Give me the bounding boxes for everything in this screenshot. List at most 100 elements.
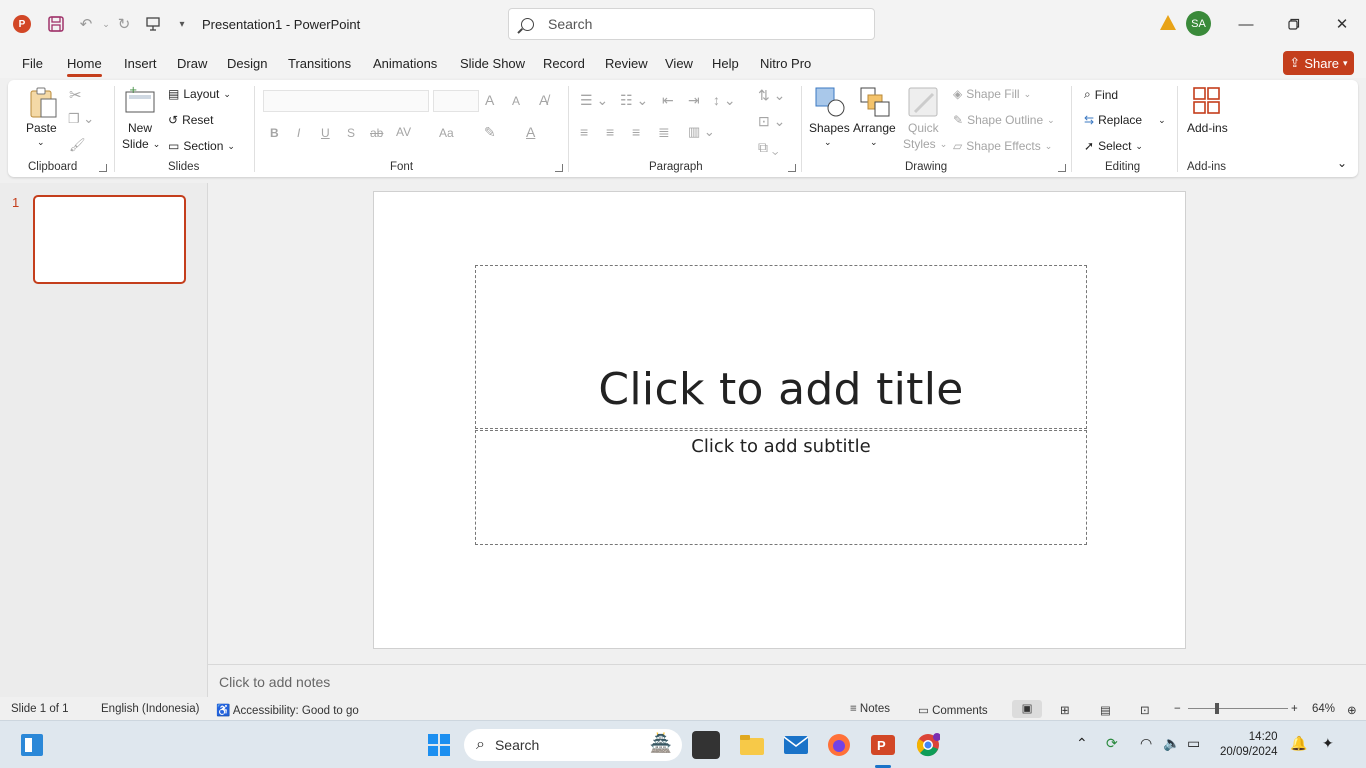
system-clock[interactable]: 14:20 20/09/2024 [1220,730,1278,760]
close-icon[interactable]: ✕ [1332,14,1352,34]
highlight-color-icon[interactable]: ✎ [484,124,496,141]
tab-slide-show[interactable]: Slide Show [460,56,525,71]
task-view-icon[interactable] [692,731,720,759]
shapes-button[interactable]: Shapes [809,121,850,135]
tab-record[interactable]: Record [543,56,585,71]
present-icon[interactable] [143,14,163,34]
arrange-button[interactable]: Arrange [853,121,896,135]
format-painter-icon[interactable]: 🖌 [69,137,86,153]
copilot-icon[interactable]: ✦ [1322,735,1334,752]
smartart-icon[interactable]: ⧉ ⌄ [758,139,779,156]
shadow-button[interactable]: S [347,126,355,140]
powerpoint-taskbar-icon[interactable]: P [869,731,897,759]
show-hidden-icons-icon[interactable]: ⌃ [1076,735,1088,752]
tab-review[interactable]: Review [605,56,648,71]
zoom-slider-thumb[interactable] [1215,703,1219,714]
bullets-icon[interactable]: ☰ ⌄ [580,92,608,109]
widgets-icon[interactable] [18,731,46,759]
subtitle-placeholder[interactable]: Click to add subtitle [475,430,1087,545]
align-center-icon[interactable]: ≡ [606,124,614,140]
copy-icon[interactable]: ❐ ⌄ [68,111,94,127]
italic-button[interactable]: I [297,126,300,140]
mail-icon[interactable] [782,731,810,759]
tab-nitro-pro[interactable]: Nitro Pro [760,56,811,71]
paste-dropdown-icon[interactable]: ⌄ [37,137,45,148]
align-right-icon[interactable]: ≡ [632,124,640,140]
add-ins-button[interactable]: Add-ins [1187,121,1228,135]
font-name-dropdown[interactable] [263,90,429,112]
shrink-font-button[interactable]: A [512,94,520,108]
tab-view[interactable]: View [665,56,693,71]
character-spacing-button[interactable]: AV [396,125,411,139]
clipboard-launcher-icon[interactable] [99,164,107,172]
file-explorer-icon[interactable] [738,731,766,759]
share-button[interactable]: ⇪ Share ▾ [1283,51,1354,75]
notes-button[interactable]: ≡ Notes [850,703,890,715]
notes-pane[interactable]: Click to add notes [208,664,1366,698]
tab-help[interactable]: Help [712,56,739,71]
change-case-button[interactable]: Aa [439,126,454,140]
volume-icon[interactable]: 🔈 [1163,735,1180,752]
warning-icon[interactable] [1160,15,1176,30]
customize-quick-access-icon[interactable]: ▾ [172,14,192,34]
slide-thumbnail[interactable] [33,195,186,284]
shape-outline-button[interactable]: ✎ Shape Outline ⌄ [953,113,1055,127]
paste-button[interactable]: Paste [26,121,57,135]
redo-icon[interactable]: ↻ [114,14,134,34]
reset-button[interactable]: ↺ Reset [168,113,213,127]
reading-view-icon[interactable]: ▤ [1100,703,1111,717]
notification-bell-icon[interactable]: 🔔 [1290,735,1307,752]
zoom-level[interactable]: 64% [1312,703,1335,715]
accessibility-status[interactable]: ♿ Accessibility: Good to go [216,703,359,717]
wifi-icon[interactable]: ◠ [1140,735,1152,752]
tab-design[interactable]: Design [227,56,267,71]
fit-to-window-icon[interactable]: ⊕ [1347,703,1357,717]
tab-file[interactable]: File [22,56,43,71]
font-size-dropdown[interactable] [433,90,479,112]
tab-draw[interactable]: Draw [177,56,207,71]
drawing-launcher-icon[interactable] [1058,164,1066,172]
cut-icon[interactable]: ✂ [69,86,82,104]
tab-insert[interactable]: Insert [124,56,157,71]
decrease-indent-icon[interactable]: ⇤ [662,92,674,109]
grow-font-button[interactable]: A [485,92,494,108]
avatar[interactable]: SA [1186,11,1211,36]
collapse-ribbon-icon[interactable]: ⌄ [1337,156,1347,170]
undo-icon[interactable]: ↶ [76,14,96,34]
minimize-icon[interactable]: — [1236,14,1256,34]
section-button[interactable]: ▭ Section ⌄ [168,139,235,153]
new-slide-button[interactable]: Slide ⌄ [122,137,160,151]
shape-fill-button[interactable]: ◈ Shape Fill ⌄ [953,87,1031,101]
numbering-icon[interactable]: ☷ ⌄ [620,92,648,109]
battery-icon[interactable]: ▭ [1187,735,1200,752]
language-indicator[interactable]: English (Indonesia) [101,703,199,715]
title-placeholder[interactable]: Click to add title [475,265,1087,429]
tab-animations[interactable]: Animations [373,56,437,71]
taskbar-search[interactable]: ⌕ Search 🏯 [464,729,682,761]
paragraph-launcher-icon[interactable] [788,164,796,172]
bold-button[interactable]: B [270,126,279,140]
firefox-icon[interactable] [825,731,853,759]
chrome-icon[interactable] [914,731,942,759]
align-left-icon[interactable]: ≡ [580,124,588,140]
strikethrough-button[interactable]: ab [370,126,383,140]
quick-styles-icon[interactable] [907,86,939,118]
slide-sorter-icon[interactable]: ⊞ [1060,703,1070,717]
title-search-box[interactable]: Search [508,8,875,40]
underline-button[interactable]: U [321,126,330,140]
columns-icon[interactable]: ▥ ⌄ [688,124,715,140]
normal-view-icon[interactable]: ▣ [1012,700,1042,718]
shapes-icon[interactable] [814,86,846,118]
comments-button[interactable]: ▭ Comments [918,703,988,717]
chevron-down-icon[interactable]: ⌄ [824,137,832,148]
select-button[interactable]: ➚ Select ⌄ [1084,139,1143,153]
find-button[interactable]: ⌕ Find [1084,87,1118,102]
restore-icon[interactable] [1284,14,1304,34]
tab-transitions[interactable]: Transitions [288,56,351,71]
zoom-out-icon[interactable]: − [1174,703,1181,715]
quick-styles-button[interactable]: Styles ⌄ [903,137,947,151]
increase-indent-icon[interactable]: ⇥ [688,92,700,109]
undo-dropdown-icon[interactable]: ⌄ [96,14,116,34]
replace-button[interactable]: ⇆ Replace ⌄ [1084,113,1166,127]
line-spacing-icon[interactable]: ↕ ⌄ [713,92,736,109]
